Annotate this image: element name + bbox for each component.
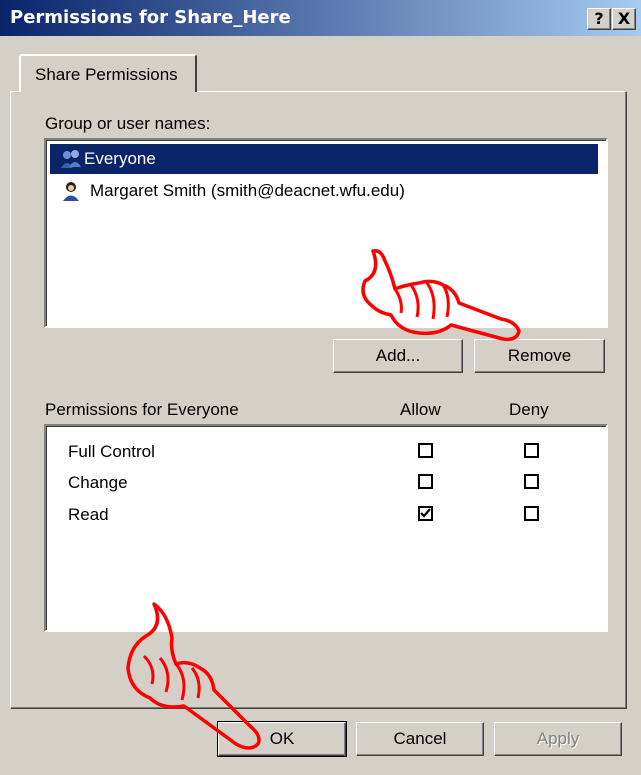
user-icon <box>63 182 79 201</box>
checkmark-icon <box>420 508 431 518</box>
cancel-button[interactable]: Cancel <box>356 722 484 756</box>
help-button[interactable]: ? <box>587 8 611 30</box>
deny-header: Deny <box>509 400 549 419</box>
user-name: Margaret Smith (smith@deacnet.wfu.edu) <box>90 181 405 200</box>
allow-header: Allow <box>400 400 441 419</box>
permission-full-control: Full Control <box>68 442 155 461</box>
full-control-allow-checkbox[interactable] <box>418 443 433 458</box>
permissions-list: Full Control Change Read <box>44 424 608 632</box>
read-deny-checkbox[interactable] <box>524 506 539 521</box>
permission-read: Read <box>68 505 109 524</box>
list-item-everyone[interactable]: Everyone <box>50 144 598 174</box>
add-button[interactable]: Add... <box>333 339 463 373</box>
tab-share-permissions[interactable]: Share Permissions <box>19 54 197 92</box>
list-item-margaret-smith[interactable]: Margaret Smith (smith@deacnet.wfu.edu) <box>50 176 598 206</box>
group-users-icon <box>61 150 81 168</box>
title-bar[interactable]: Permissions for Share_Here ? X <box>0 0 641 36</box>
permissions-dialog: Permissions for Share_Here ? X Share Per… <box>0 0 641 775</box>
close-button[interactable]: X <box>612 8 636 30</box>
permission-change: Change <box>68 473 128 492</box>
remove-button[interactable]: Remove <box>474 339 605 373</box>
permissions-label: Permissions for Everyone <box>45 400 239 419</box>
tab-label: Share Permissions <box>35 65 178 84</box>
full-control-deny-checkbox[interactable] <box>524 443 539 458</box>
group-names-label: Group or user names: <box>45 114 211 133</box>
change-allow-checkbox[interactable] <box>418 474 433 489</box>
group-user-list[interactable]: Everyone Margaret Smith (smith@deacnet.w… <box>44 138 608 328</box>
read-allow-checkbox[interactable] <box>418 506 433 521</box>
ok-button[interactable]: OK <box>217 721 347 757</box>
user-name: Everyone <box>84 149 156 168</box>
change-deny-checkbox[interactable] <box>524 474 539 489</box>
window-title: Permissions for Share_Here <box>10 7 291 28</box>
apply-button[interactable]: Apply <box>494 722 622 756</box>
